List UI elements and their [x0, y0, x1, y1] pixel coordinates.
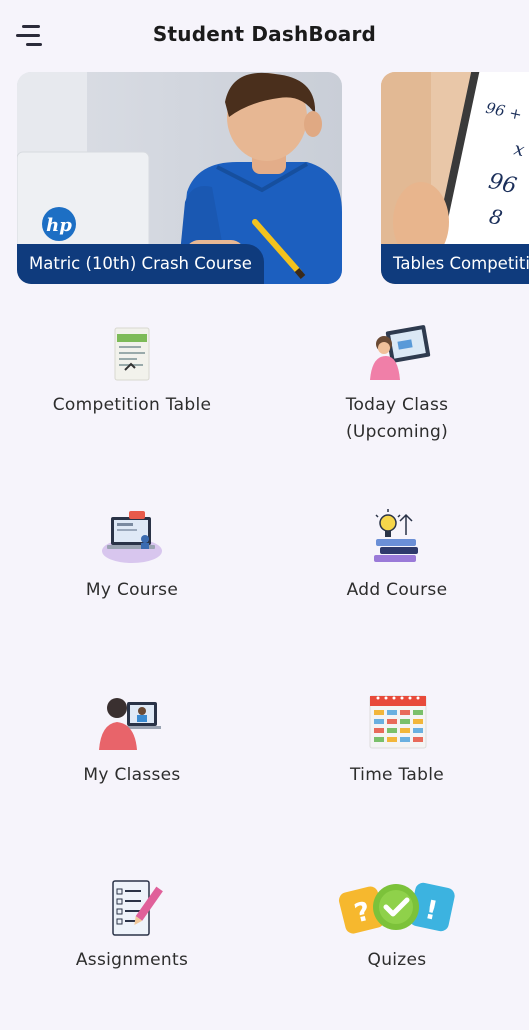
menu-item-competition-table[interactable]: Competition Table	[0, 322, 264, 419]
menu-item-quizes[interactable]: ? ! Quizes	[265, 877, 529, 974]
banner-carousel[interactable]: hp Matric (10th) Crash Course 96 + x 96 …	[17, 72, 529, 286]
laptop-course-icon	[97, 507, 167, 569]
calendar-timetable-icon	[362, 692, 432, 754]
menu-item-label: Competition Table	[52, 395, 212, 415]
menu-item-label: My Course	[85, 580, 179, 600]
teacher-board-icon	[362, 322, 432, 384]
banner-tables-competition[interactable]: 96 + x 96 8 Tables Competition	[381, 72, 529, 284]
menu-item-assignments[interactable]: Assignments	[0, 877, 264, 974]
banner-caption: Matric (10th) Crash Course	[17, 244, 264, 284]
menu-item-today-class[interactable]: Today Class (Upcoming)	[265, 322, 529, 446]
menu-item-time-table[interactable]: Time Table	[265, 692, 529, 789]
svg-text:hp: hp	[46, 215, 72, 236]
menu-item-label: Quizes	[367, 950, 427, 970]
competition-sheet-icon	[97, 322, 167, 384]
menu-item-my-course[interactable]: My Course	[0, 507, 264, 604]
page-title: Student DashBoard	[152, 22, 377, 46]
menu-item-label: Time Table	[350, 765, 444, 785]
idea-books-icon	[362, 507, 432, 569]
menu-item-label: My Classes	[83, 765, 181, 785]
menu-item-label: Add Course	[346, 580, 448, 600]
banner-caption: Tables Competition	[381, 244, 529, 284]
menu-item-label: Today Class (Upcoming)	[345, 395, 449, 442]
online-class-icon	[97, 692, 167, 754]
menu-item-add-course[interactable]: Add Course	[265, 507, 529, 604]
menu-item-label: Assignments	[75, 950, 189, 970]
banner-matric-crash-course[interactable]: hp Matric (10th) Crash Course	[17, 72, 342, 284]
quiz-question-check-icon: ? !	[332, 877, 462, 939]
checklist-pencil-icon	[97, 877, 167, 939]
menu-item-my-classes[interactable]: My Classes	[0, 692, 264, 789]
app-header: Student DashBoard	[0, 0, 529, 72]
